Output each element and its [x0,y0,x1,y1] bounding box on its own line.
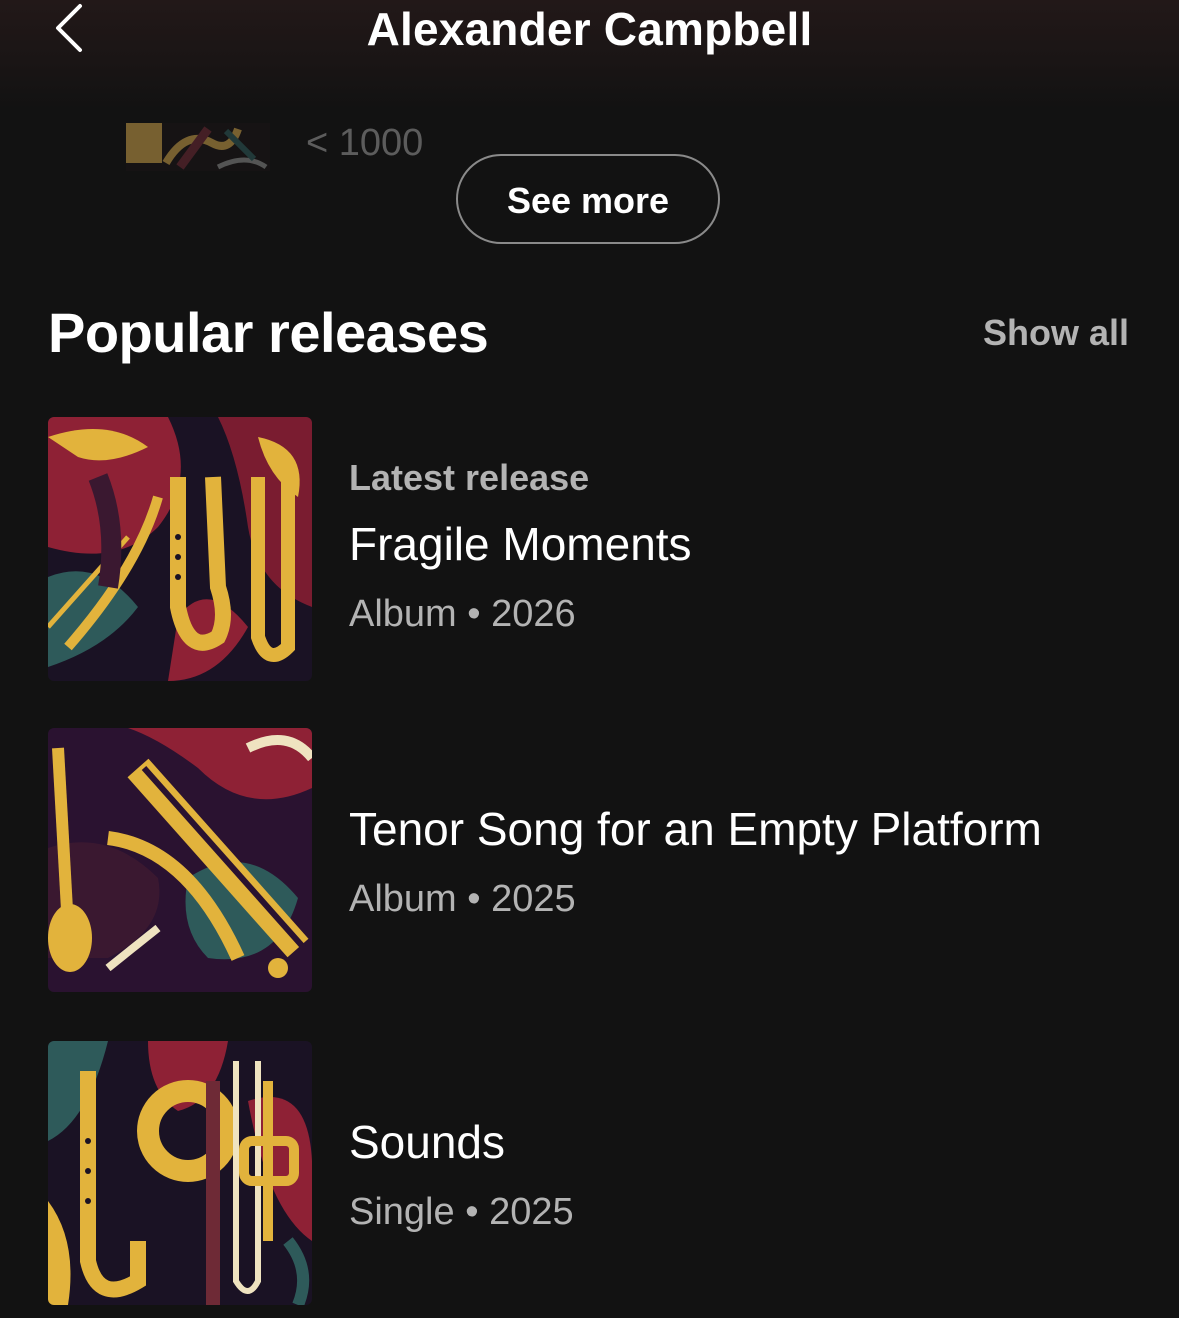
track-thumbnail [126,123,270,171]
release-item[interactable]: Sounds Single • 2025 [48,1041,1148,1305]
separator-dot: • [467,878,481,920]
release-subtitle: Single • 2025 [349,1191,574,1234]
separator-dot: • [467,593,481,635]
release-subtitle: Album • 2025 [349,878,1042,921]
separator-dot: • [465,1191,479,1233]
album-cover [48,417,312,681]
release-item[interactable]: Tenor Song for an Empty Platform Album •… [48,728,1148,992]
release-year: 2025 [489,1191,574,1233]
top-bar: Alexander Campbell [0,0,1179,110]
section-title: Popular releases [48,301,489,364]
release-type: Single [349,1191,455,1233]
release-meta: Sounds Single • 2025 [349,1115,574,1234]
release-type: Album [349,878,457,920]
album-cover [48,1041,312,1305]
release-subtitle: Album • 2026 [349,593,692,636]
album-cover [48,728,312,992]
see-more-button[interactable]: See more [456,154,720,244]
release-year: 2026 [491,593,576,635]
release-type: Album [349,593,457,635]
page-title: Alexander Campbell [366,3,813,55]
release-meta: Latest release Fragile Moments Album • 2… [349,457,692,636]
show-all-link[interactable]: Show all [983,312,1129,354]
latest-release-label: Latest release [349,457,590,498]
release-title: Sounds [349,1116,506,1168]
release-meta: Tenor Song for an Empty Platform Album •… [349,802,1042,921]
release-title: Fragile Moments [349,518,692,570]
release-title: Tenor Song for an Empty Platform [349,803,1042,855]
release-year: 2025 [491,878,576,920]
stream-count: < 1000 [306,122,424,164]
release-item[interactable]: Latest release Fragile Moments Album • 2… [48,417,1148,681]
artist-discography-screen: Alexander Campbell < 1000 See more Popul… [0,0,1179,1318]
